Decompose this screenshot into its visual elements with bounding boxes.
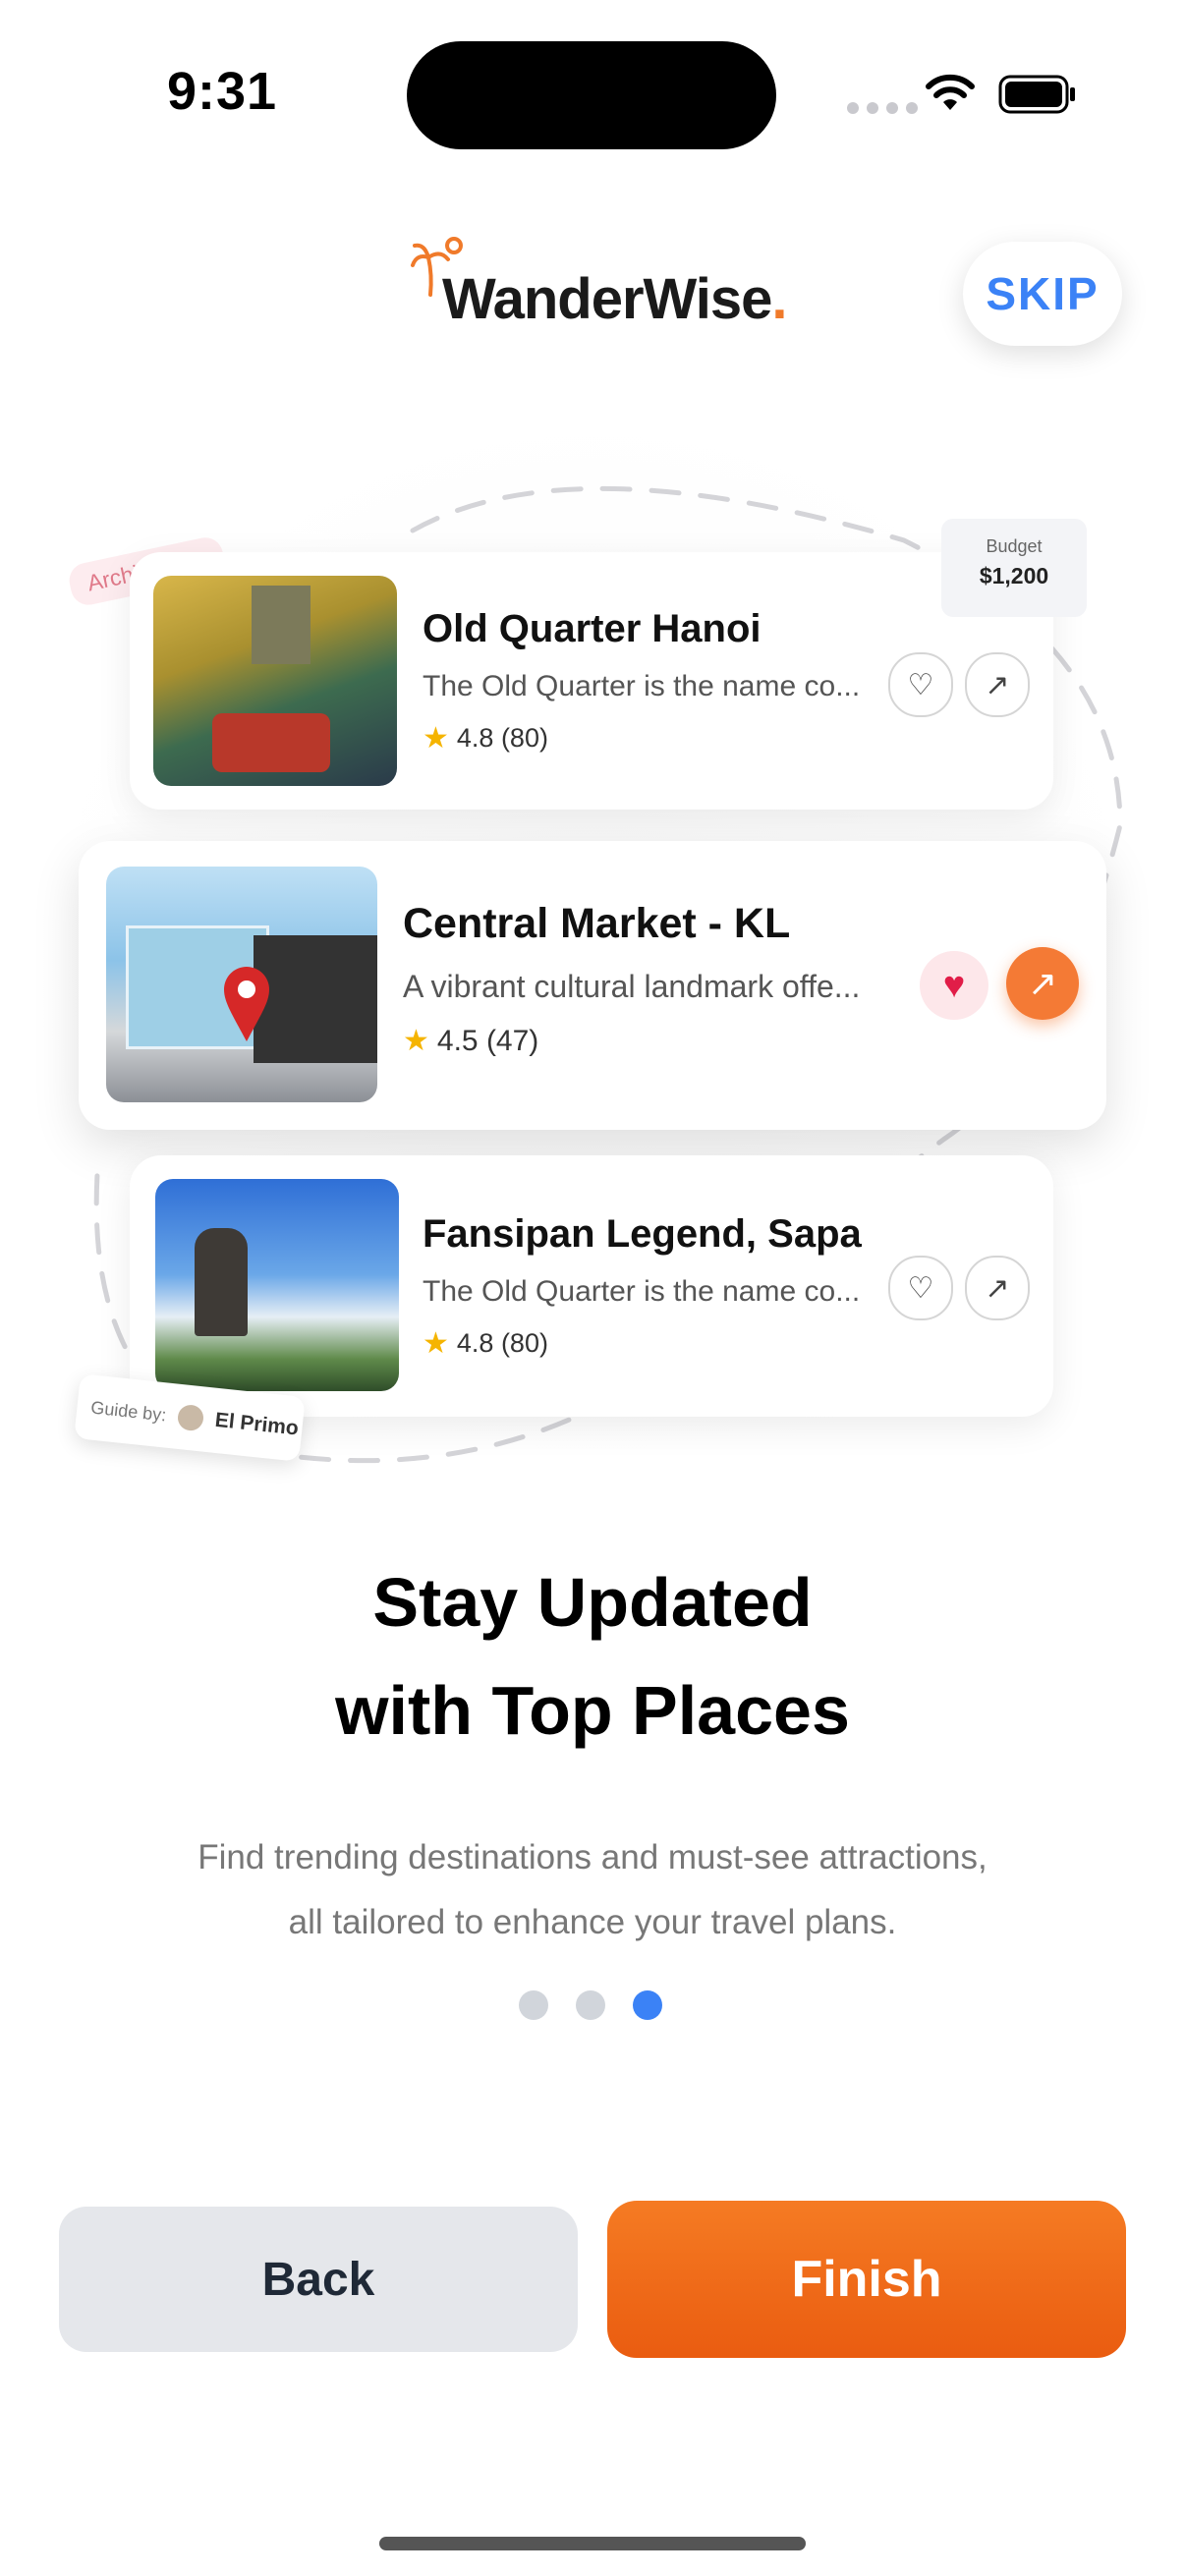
place-description: A vibrant cultural landmark offe...: [403, 969, 861, 1004]
guide-label: Guide by:: [89, 1397, 168, 1425]
finish-button[interactable]: Finish: [607, 2201, 1126, 2358]
budget-label: Budget: [986, 536, 1043, 556]
rating-text: 4.8 (80): [456, 1328, 548, 1358]
app-logo: WanderWise.: [411, 236, 788, 331]
place-card[interactable]: Fansipan Legend, Sapa The Old Quarter is…: [130, 1155, 1053, 1417]
map-pin-icon: [224, 967, 269, 1041]
logo-text: WanderWise: [442, 267, 772, 331]
budget-value: $1,200: [979, 563, 1049, 588]
heart-icon: ♡: [907, 1271, 934, 1305]
back-button[interactable]: Back: [59, 2207, 578, 2352]
page-dot[interactable]: [576, 1990, 605, 2020]
arrow-up-right-icon: ↗: [985, 1271, 1010, 1305]
subtitle-line-2: all tailored to enhance your travel plan…: [288, 1903, 897, 1941]
page-indicator: [519, 1990, 662, 2020]
logo-dot: .: [771, 267, 787, 331]
star-icon: ★: [423, 1327, 449, 1360]
avatar: [176, 1403, 205, 1432]
heart-icon: ♡: [907, 668, 934, 701]
headline-line-1: Stay Updated: [372, 1564, 813, 1641]
place-title: Fansipan Legend, Sapa: [423, 1212, 862, 1256]
favorite-button[interactable]: ♥: [920, 951, 988, 1020]
place-card[interactable]: Old Quarter Hanoi The Old Quarter is the…: [130, 552, 1053, 810]
page-dot-active[interactable]: [633, 1990, 662, 2020]
star-icon: ★: [403, 1025, 429, 1057]
budget-badge: Budget $1,200: [941, 519, 1087, 617]
place-title: Central Market - KL: [403, 900, 791, 947]
status-time: 9:31: [167, 62, 278, 121]
favorite-button[interactable]: ♡: [888, 652, 953, 717]
place-rating: ★ 4.8 (80): [423, 721, 548, 756]
place-rating: ★ 4.8 (80): [423, 1326, 548, 1361]
place-thumbnail: [153, 576, 397, 786]
subtitle-line-1: Find trending destinations and must-see …: [198, 1838, 988, 1876]
open-button[interactable]: ↗: [965, 1256, 1030, 1320]
heart-icon: ♥: [942, 964, 966, 1006]
arrow-up-right-icon: ↗: [1027, 963, 1058, 1003]
signal-icon: [847, 102, 918, 114]
place-rating: ★ 4.5 (47): [403, 1024, 538, 1058]
battery-icon: [998, 75, 1075, 114]
place-title: Old Quarter Hanoi: [423, 607, 762, 650]
guide-name: El Primo: [213, 1408, 300, 1440]
home-indicator[interactable]: [379, 2537, 806, 2550]
open-button[interactable]: ↗: [965, 652, 1030, 717]
dynamic-island: [407, 41, 776, 149]
place-description: The Old Quarter is the name co...: [423, 1275, 861, 1308]
open-button[interactable]: ↗: [1006, 947, 1079, 1020]
place-thumbnail: [155, 1179, 399, 1391]
star-icon: ★: [423, 722, 449, 755]
skip-button[interactable]: SKIP: [963, 242, 1122, 346]
rating-text: 4.8 (80): [456, 723, 548, 753]
page-dot[interactable]: [519, 1990, 548, 2020]
place-card-featured[interactable]: Central Market - KL A vibrant cultural l…: [79, 841, 1106, 1130]
place-description: The Old Quarter is the name co...: [423, 670, 861, 702]
place-thumbnail: [106, 867, 377, 1102]
rating-text: 4.5 (47): [436, 1024, 539, 1057]
wifi-icon: [926, 74, 975, 110]
favorite-button[interactable]: ♡: [888, 1256, 953, 1320]
arrow-up-right-icon: ↗: [985, 668, 1010, 701]
headline-line-2: with Top Places: [335, 1672, 850, 1749]
